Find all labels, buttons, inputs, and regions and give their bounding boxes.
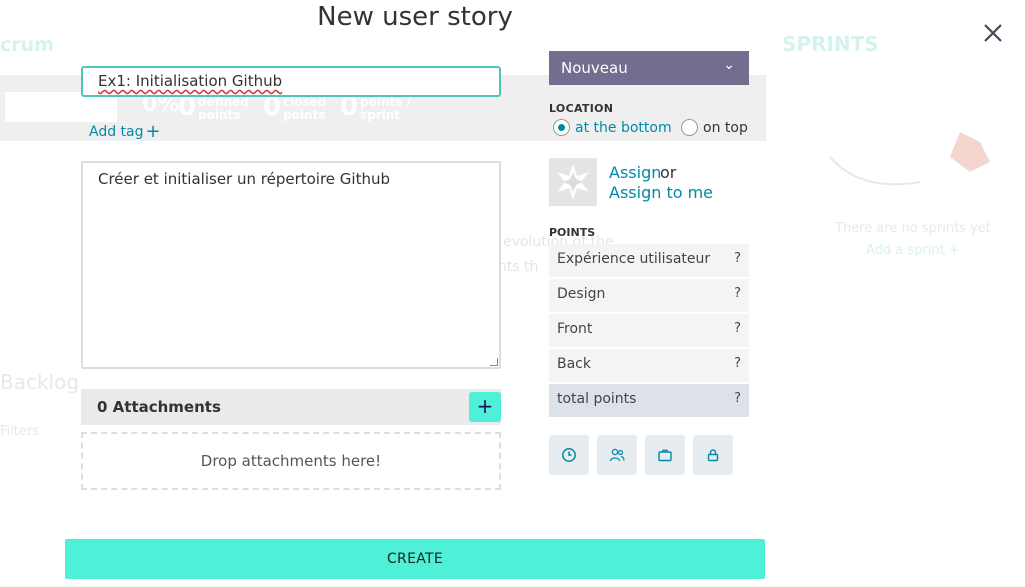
team-requirement-button[interactable]	[597, 435, 637, 475]
modal-title: New user story	[317, 2, 513, 32]
client-requirement-button[interactable]	[645, 435, 685, 475]
location-bottom-label: at the bottom	[575, 119, 672, 136]
description-textarea[interactable]: Créer et initialiser un répertoire Githu…	[81, 161, 501, 369]
attachments-dropzone[interactable]: Drop attachments here!	[81, 432, 501, 490]
no-sprints-text: There are no sprints yet	[835, 221, 991, 236]
points-row-front[interactable]: Front ?	[549, 314, 749, 347]
points-row-ux[interactable]: Expérience utilisateur ?	[549, 244, 749, 277]
team-icon	[609, 448, 625, 462]
backlog-title: Backlog	[0, 370, 80, 394]
close-icon	[984, 24, 1002, 42]
status-selected: Nouveau	[561, 59, 628, 77]
location-title: LOCATION	[549, 102, 614, 115]
points-role-name: Back	[557, 356, 591, 372]
project-title: crum	[0, 34, 54, 56]
points-title: POINTS	[549, 226, 596, 239]
create-button[interactable]: CREATE	[65, 539, 765, 579]
points-total-label: total points	[557, 391, 637, 407]
resize-handle[interactable]	[490, 358, 498, 366]
assign-link[interactable]: Assign	[609, 163, 661, 182]
plus-icon: +	[476, 394, 494, 418]
chevron-down-icon: ⌄	[723, 57, 735, 73]
block-button[interactable]	[693, 435, 733, 475]
points-role-name: Expérience utilisateur	[557, 251, 711, 267]
avatar	[549, 158, 597, 206]
default-avatar-icon	[549, 158, 597, 206]
subject-value: Ex1: Initialisation Github	[98, 72, 283, 90]
points-role-name: Design	[557, 286, 606, 302]
attachments-label: 0 Attachments	[97, 398, 221, 416]
points-role-value: ?	[734, 286, 741, 301]
briefcase-icon	[658, 449, 672, 462]
points-role-value: ?	[734, 321, 741, 336]
location-top-label: on top	[703, 119, 748, 136]
stat-closed-label: closed points	[283, 95, 327, 122]
due-date-button[interactable]	[549, 435, 589, 475]
location-bottom-radio[interactable]: at the bottom	[553, 119, 672, 136]
stat-per-sprint-label: points / sprint	[360, 95, 411, 122]
add-sprint-link: Add a sprint +	[866, 243, 960, 258]
points-row-total: total points ?	[549, 384, 749, 417]
location-top-radio[interactable]: on top	[681, 119, 748, 136]
attachments-header: 0 Attachments	[81, 389, 501, 425]
status-dropdown[interactable]: Nouveau ⌄	[549, 51, 749, 85]
stat-defined-label: defined points	[198, 95, 249, 122]
points-row-back[interactable]: Back ?	[549, 349, 749, 382]
sprints-title: SPRINTS	[782, 32, 879, 56]
plus-icon: +	[145, 121, 161, 142]
assign-or-text: or	[660, 163, 677, 182]
description-value: Créer et initialiser un répertoire Githu…	[98, 170, 391, 188]
drop-label: Drop attachments here!	[200, 452, 382, 470]
points-role-value: ?	[734, 251, 741, 266]
add-attachment-button[interactable]: +	[469, 392, 501, 422]
empty-sprints-illustration	[829, 132, 990, 186]
subject-input[interactable]: Ex1: Initialisation Github	[81, 66, 501, 97]
close-button[interactable]	[980, 20, 1006, 46]
radio-unchecked-icon	[681, 119, 698, 136]
lock-icon	[707, 449, 719, 462]
assign-to-me-link[interactable]: Assign to me	[609, 183, 713, 202]
add-tag-label: Add tag	[89, 124, 144, 140]
points-role-value: ?	[734, 356, 741, 371]
clock-icon	[562, 448, 576, 462]
filters-label: Filters	[0, 424, 39, 439]
points-row-design[interactable]: Design ?	[549, 279, 749, 312]
points-total-value: ?	[734, 391, 741, 406]
add-tag-button[interactable]: Add tag +	[89, 120, 161, 142]
points-role-name: Front	[557, 321, 593, 337]
radio-checked-icon	[553, 119, 570, 136]
